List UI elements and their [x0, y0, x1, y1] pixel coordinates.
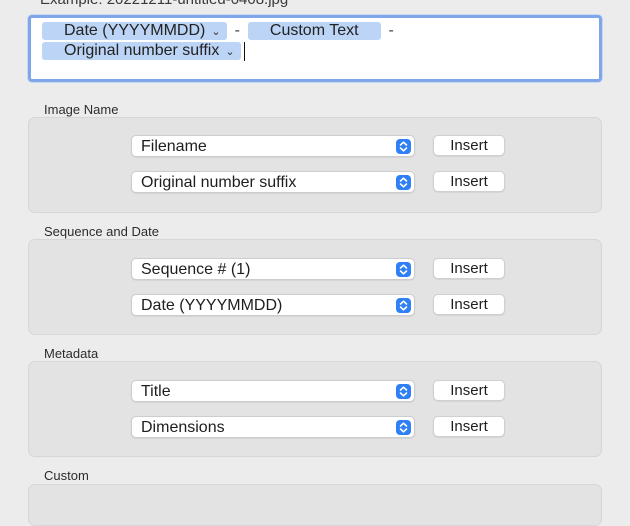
popup-value: Title	[141, 383, 171, 400]
token-label: Custom Text	[269, 22, 359, 39]
insert-button[interactable]: Insert	[433, 416, 505, 437]
metadata-group: Title Insert Dimensions Insert	[28, 361, 602, 457]
chevron-down-icon[interactable]: ⌄	[225, 45, 234, 58]
popup-stepper-icon	[396, 262, 411, 277]
token-original-number-suffix[interactable]: Original number suffix ⌄	[42, 42, 241, 60]
insert-button[interactable]: Insert	[433, 171, 505, 192]
token-separator: -	[388, 22, 394, 39]
sequence-date-popup-1[interactable]: Sequence # (1)	[131, 258, 415, 280]
popup-value: Sequence # (1)	[141, 261, 251, 278]
chevron-down-icon[interactable]: ⌄	[211, 25, 220, 38]
token-label: Date (YYYYMMDD)	[64, 22, 206, 39]
example-label: Example:	[40, 0, 103, 8]
section-title-custom: Custom	[44, 468, 89, 483]
popup-stepper-icon	[396, 175, 411, 190]
sequence-date-popup-2[interactable]: Date (YYYYMMDD)	[131, 294, 415, 316]
popup-stepper-icon	[396, 384, 411, 399]
section-title-image-name: Image Name	[44, 102, 119, 117]
metadata-popup-1[interactable]: Title	[131, 380, 415, 402]
section-title-metadata: Metadata	[44, 346, 99, 361]
example-value: 20221211-untitled-0408.jpg	[107, 0, 289, 8]
popup-value: Dimensions	[141, 419, 225, 436]
insert-button[interactable]: Insert	[433, 380, 505, 401]
token-row: Date (YYYYMMDD) ⌄ - Custom Text -	[42, 21, 402, 41]
image-name-popup-2[interactable]: Original number suffix	[131, 171, 415, 193]
text-caret	[243, 41, 245, 61]
popup-stepper-icon	[396, 298, 411, 313]
token-custom-text[interactable]: Custom Text	[247, 22, 381, 40]
format-token-field[interactable]: Date (YYYYMMDD) ⌄ - Custom Text - Origin…	[28, 15, 602, 82]
token-label: Original number suffix	[64, 42, 220, 59]
image-name-group: Filename Insert Original number suffix I…	[28, 117, 602, 213]
token-date[interactable]: Date (YYYYMMDD) ⌄	[42, 22, 227, 40]
image-name-popup-1[interactable]: Filename	[131, 135, 415, 157]
popup-value: Filename	[141, 138, 207, 155]
custom-group	[28, 484, 602, 526]
popup-value: Original number suffix	[141, 174, 297, 191]
example-preview: Example: 20221211-untitled-0408.jpg	[40, 0, 288, 8]
insert-button[interactable]: Insert	[433, 258, 505, 279]
section-title-sequence-and-date: Sequence and Date	[44, 224, 159, 239]
insert-button[interactable]: Insert	[433, 294, 505, 315]
metadata-popup-2[interactable]: Dimensions	[131, 416, 415, 438]
popup-stepper-icon	[396, 420, 411, 435]
popup-stepper-icon	[396, 139, 411, 154]
token-row: Original number suffix ⌄	[42, 41, 245, 61]
sequence-date-group: Sequence # (1) Insert Date (YYYYMMDD) In…	[28, 239, 602, 335]
token-separator: -	[234, 22, 240, 39]
insert-button[interactable]: Insert	[433, 135, 505, 156]
popup-value: Date (YYYYMMDD)	[141, 297, 283, 314]
